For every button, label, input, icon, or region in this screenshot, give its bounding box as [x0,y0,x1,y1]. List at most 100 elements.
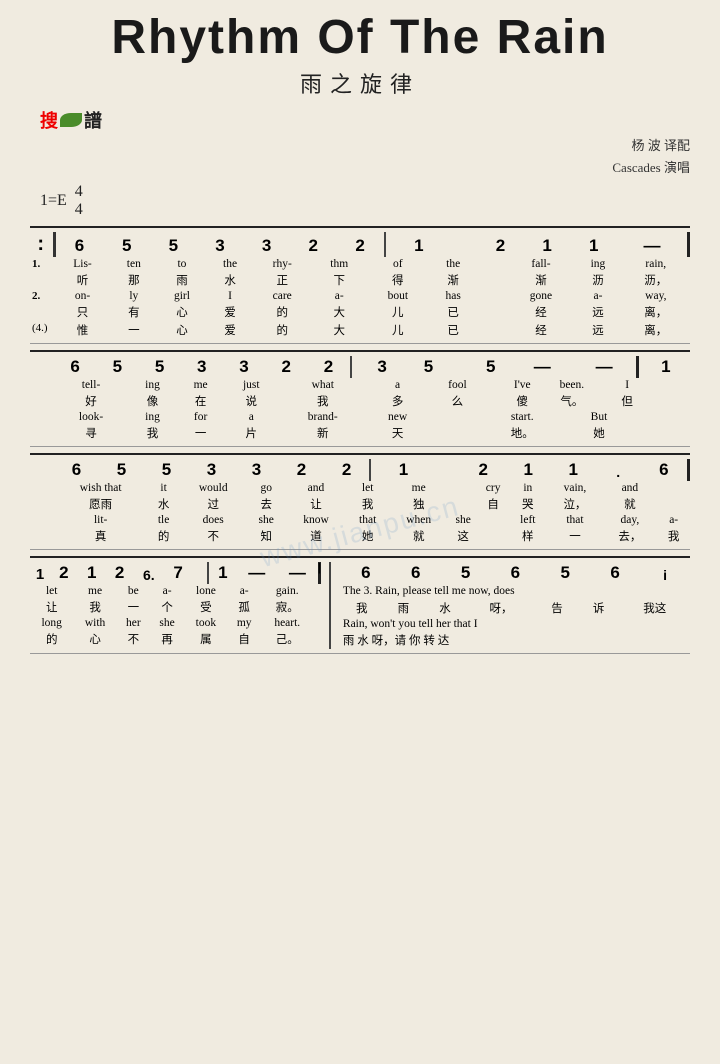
l3b-cn-wo: 我 [657,527,690,545]
l4-cn-rang: 让 [30,598,73,616]
l2b-cn-ta: 她 [586,424,612,442]
l3-and: and [602,481,657,495]
note-2-2: 2 [337,232,385,257]
lyric4-cn-ai: 爱 [207,321,253,339]
note-2-3: 2 [477,232,524,257]
lyric2-cn-jing: 经 [508,303,575,321]
note-dash-1: — [617,232,689,257]
s3-n1c: 1 [551,459,596,481]
l4b-my: my [228,616,261,630]
lyrics-table-2: tell- ing me just what a fool I've been.… [30,378,690,442]
l3-me: me [389,481,448,495]
logo-leaf-icon [60,113,82,127]
lyric4l-row1-en: let me be a- lone a- gain. [30,584,321,598]
l2-cn-qi: 气。 [558,392,587,410]
l2b-start: start. [487,410,558,424]
notes-table-1: : 6 5 5 3 3 2 2 1 2 1 1 — [30,232,690,257]
l2-ive: I've [487,378,558,392]
l4r-rain2: Rain, won't you tell her that I [341,617,690,631]
note-5-2: 5 [150,232,197,257]
l3b-when: when [389,513,448,527]
l2-cn-dan: 但 [606,392,648,410]
s2-note-5d: 5 [470,356,512,378]
stave-4: 1 2 1 2 6. 7 1 — —| let me [30,556,690,654]
s4-dash2: —| [277,562,320,584]
lyric2-gone: gone [508,289,575,303]
lyric2-cn-ai: 爱 [207,303,253,321]
note-2-1: 2 [290,232,337,257]
l4r-cn-yu: 雨 [383,599,425,617]
l2b-cn-tian: 天 [367,424,428,442]
lyric4r-row0: The 3. Rain, please tell me now, does [341,584,690,599]
lyric-cn-li2: 沥， [622,271,690,289]
repeat-sign-cell: : [30,232,54,257]
s4-dash1: — [237,562,277,584]
lyric2-a2: a- [574,289,621,303]
lyric2-cn-you: 有 [111,303,157,321]
note-1-2: 1 [524,232,571,257]
lyric2-girl: girl [157,289,208,303]
lyric4-cn-yi: 一 [111,321,157,339]
stave-4-right: 6 6 5 6 5 6 i The 3. Rain, please tell m… [331,562,690,649]
lyric4-cn-er: 儿 [367,321,429,339]
lyric3-row2-en: lit- tle does she know that when she lef… [30,513,690,527]
l4b-heart: heart. [261,616,314,630]
l3b-know: know [286,513,346,527]
l4-a: a- [150,584,184,598]
note-6: 6 [54,232,103,257]
l3-cry: cry [478,481,508,495]
key: 1=E [40,192,67,210]
lyric2-ly: ly [111,289,157,303]
stave-2: 6 5 5 3 3 2 2 3 5 5 — — 1 tell- ing me [30,350,690,447]
l3-go: go [247,481,286,495]
s4r-n6b: 6 [391,562,441,584]
note-3-1: 3 [197,232,244,257]
lyric2-cn-li: 离， [622,303,690,321]
s2-note-5b: 5 [138,356,180,378]
arranger: 杨 波 译配 [30,135,690,157]
l3-cn-shui: 水 [147,495,180,513]
notes-table-2: 6 5 5 3 3 2 2 3 5 5 — — 1 [30,356,690,378]
l2b-brand: brand- [278,410,367,424]
s3-n3b: 3 [234,459,279,481]
lyric4l-row2-en: long with her she took my heart. [30,616,321,630]
s4-n1b: 1 [78,562,106,584]
l2-I: I [606,378,648,392]
l2-just: just [224,378,278,392]
lyric3-row1-cn: 愿雨 水 过 去 让 我 独 自 哭 泣， 就 [30,495,690,513]
s4-n2: 2 [50,562,78,584]
notes-table-4r: 6 6 5 6 5 6 i [341,562,690,584]
l4b-she: she [150,616,184,630]
l4-let: let [30,584,73,598]
l3-vain: vain, [547,481,602,495]
lyrics-table-4l: let me be a- lone a- gain. 让 我 一 个 [30,584,321,648]
note-1-1: 1 [385,232,448,257]
lyric4r-row2-cn: 雨 水 呀，请 你 转 达 [341,631,690,649]
lyric-cn-hear: 听 [54,271,111,289]
s3-n1b: 1 [506,459,551,481]
l4-cn-shou: 受 [184,598,227,616]
l2b-look: look- [54,410,128,424]
lyric-cn-de: 得 [367,271,429,289]
l3-and: and [286,481,346,495]
s3-n1: 1 [370,459,430,481]
l3b-that: that [346,513,389,527]
lyric2-row2-cn: 寻 我 一 片 新 天 地。 她 [30,424,690,442]
title-english: Rhythm Of The Rain [30,10,690,65]
note-1-3: 1 [570,232,617,257]
l4-me: me [73,584,116,598]
lyric2-on: on- [54,289,111,303]
s2-note-3b: 3 [223,356,265,378]
lyric-cn-that: 那 [111,271,157,289]
l2b-a: a [224,410,278,424]
lyric3-row2-cn: 真 的 不 知 道 她 就 这 样 一 去， 我 [30,527,690,545]
s3-n2: 2 [279,459,324,481]
time-signature: 4 4 [75,183,83,218]
l4b-cn-shu: 属 [184,630,227,648]
l3b-tle: tle [147,513,180,527]
lyric2-I: I [207,289,253,303]
l2-cn-wo: 我 [278,392,367,410]
l3b-left: left [508,513,547,527]
lyric-cn-rain: 雨 [157,271,208,289]
l4r-cn-shui: 水 [424,599,466,617]
